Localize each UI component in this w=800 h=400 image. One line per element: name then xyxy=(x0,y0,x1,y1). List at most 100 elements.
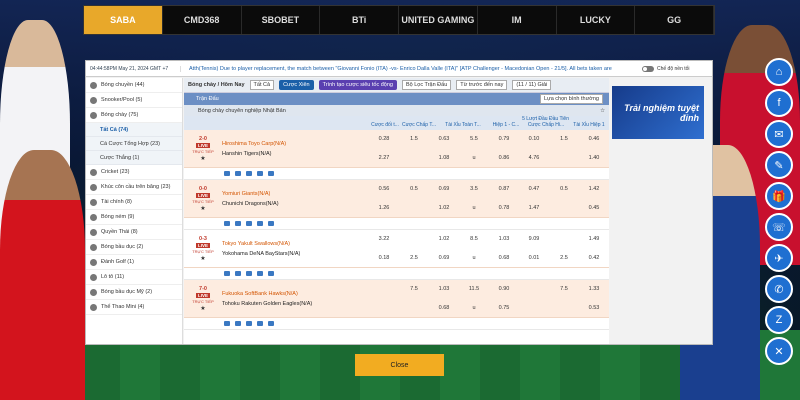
logo-cmd368[interactable]: CMD368 xyxy=(163,6,242,34)
live-stream-icon[interactable] xyxy=(268,271,274,276)
odds-cell[interactable]: 7.5 xyxy=(399,286,429,292)
sidebar-item-rugby[interactable]: Bóng bầu dục (2) xyxy=(86,240,182,255)
odds-cell[interactable]: 0.69 xyxy=(429,186,459,192)
odds-cell[interactable]: u xyxy=(459,305,489,311)
match-row[interactable]: 2-0 LIVE TRỰC TIẾP ★ Hiroshima Toyo Carp… xyxy=(184,130,609,168)
odds-cell[interactable]: 2.5 xyxy=(399,255,429,261)
odds-cell[interactable]: 2.5 xyxy=(549,255,579,261)
dark-mode-toggle[interactable]: Chế độ nền tối xyxy=(642,65,712,72)
odds-cell[interactable]: 0.45 xyxy=(579,205,609,211)
odds-cell[interactable]: 0.87 xyxy=(489,186,519,192)
chat-icon[interactable]: ✉ xyxy=(765,120,793,148)
bet-builder-button[interactable]: Trình tạo cược siêu tốc động xyxy=(318,80,397,90)
league-row[interactable]: Bóng chày chuyên nghiệp Nhật Bản ☆ xyxy=(184,105,609,116)
odds-cell[interactable]: 1.42 xyxy=(579,186,609,192)
odds-cell[interactable]: 1.33 xyxy=(579,286,609,292)
sort-select[interactable]: Từ trước đến nay xyxy=(456,80,508,90)
star-icon[interactable]: ★ xyxy=(200,205,205,212)
odds-cell[interactable]: u xyxy=(459,205,489,211)
sidebar-item-lotto[interactable]: Lô tô (11) xyxy=(86,270,182,285)
odds-cell[interactable]: 1.02 xyxy=(429,236,459,242)
logo-gg[interactable]: GG xyxy=(635,6,714,34)
sidebar-item-handball[interactable]: Bóng ném (9) xyxy=(86,210,182,225)
filter-all-select[interactable]: Tất Cả xyxy=(249,80,275,90)
odds-cell[interactable]: 11.5 xyxy=(459,286,489,292)
odds-cell[interactable]: 4.76 xyxy=(519,155,549,161)
toggle-switch[interactable] xyxy=(642,65,654,72)
close-icon[interactable]: ✕ xyxy=(765,337,793,365)
odds-cell[interactable]: 1.08 xyxy=(429,155,459,161)
odds-cell[interactable]: 1.03 xyxy=(429,286,459,292)
match-row[interactable]: 0-3 LIVE TRỰC TIẾP ★ Tokyo Yakult Swallo… xyxy=(184,230,609,268)
star-icon[interactable]: ★ xyxy=(200,305,205,312)
odds-cell[interactable]: 1.26 xyxy=(369,205,399,211)
star-icon[interactable]: ★ xyxy=(200,255,205,262)
tv-icon[interactable] xyxy=(235,271,241,276)
sidebar-item-muaythai[interactable]: Quyền Thái (8) xyxy=(86,225,182,240)
odds-cell[interactable]: 8.5 xyxy=(459,236,489,242)
odds-cell[interactable]: u xyxy=(459,255,489,261)
stats-icon[interactable] xyxy=(224,171,230,176)
telegram-icon[interactable]: ✈ xyxy=(765,244,793,272)
odds-cell[interactable]: 3.5 xyxy=(459,186,489,192)
odds-cell[interactable]: u xyxy=(459,155,489,161)
odds-cell[interactable]: 0.86 xyxy=(489,155,519,161)
register-icon[interactable]: ✎ xyxy=(765,151,793,179)
chart-icon[interactable] xyxy=(246,321,252,326)
sidebar-item-mini-sports[interactable]: Thể Thao Mini (4) xyxy=(86,300,182,315)
odds-type-select[interactable]: Lựa chọn bình thường xyxy=(539,94,603,104)
odds-cell[interactable]: 0.42 xyxy=(579,255,609,261)
sidebar-item-baseball[interactable]: Bóng chày (75) xyxy=(86,108,182,123)
sidebar-item-american-football[interactable]: Bóng bầu dục Mỹ (2) xyxy=(86,285,182,300)
odds-cell[interactable]: 0.63 xyxy=(429,136,459,142)
logo-lucky[interactable]: LUCKY xyxy=(557,6,636,34)
odds-cell[interactable]: 0.47 xyxy=(519,186,549,192)
stats-icon[interactable] xyxy=(224,271,230,276)
odds-cell[interactable]: 7.5 xyxy=(549,286,579,292)
live-stream-icon[interactable] xyxy=(268,221,274,226)
odds-cell[interactable]: 1.49 xyxy=(579,236,609,242)
odds-cell[interactable]: 5.5 xyxy=(459,136,489,142)
odds-cell[interactable]: 0.5 xyxy=(399,186,429,192)
odds-cell[interactable]: 0.90 xyxy=(489,286,519,292)
odds-cell[interactable]: 0.75 xyxy=(489,305,519,311)
match-row[interactable]: 0-0 LIVE TRỰC TIẾP ★ Yomiuri Giants(N/A)… xyxy=(184,180,609,218)
odds-cell[interactable]: 1.5 xyxy=(549,136,579,142)
odds-cell[interactable]: 0.68 xyxy=(489,255,519,261)
phone-icon[interactable]: ☏ xyxy=(765,213,793,241)
logo-im[interactable]: IM xyxy=(478,6,557,34)
parlay-button[interactable]: Cược Xiên xyxy=(279,80,314,90)
info-icon[interactable] xyxy=(257,171,263,176)
chart-icon[interactable] xyxy=(246,221,252,226)
odds-cell[interactable]: 0.5 xyxy=(549,186,579,192)
tv-icon[interactable] xyxy=(235,321,241,326)
odds-cell[interactable]: 2.27 xyxy=(369,155,399,161)
odds-cell[interactable]: 0.78 xyxy=(489,205,519,211)
sidebar-subitem-all[interactable]: Tất Cả (74) xyxy=(86,123,182,137)
logo-saba[interactable]: SABA xyxy=(84,6,163,34)
sidebar-subitem-parlay[interactable]: Cá Cược Tổng Hợp (23) xyxy=(86,137,182,151)
sidebar-item-snooker[interactable]: Snooker/Pool (5) xyxy=(86,93,182,108)
live-stream-icon[interactable] xyxy=(268,321,274,326)
messenger-icon[interactable]: ✆ xyxy=(765,275,793,303)
zalo-icon[interactable]: Z xyxy=(765,306,793,334)
odds-cell[interactable]: 0.28 xyxy=(369,136,399,142)
odds-cell[interactable]: 0.56 xyxy=(369,186,399,192)
odds-cell[interactable]: 1.40 xyxy=(579,155,609,161)
logo-united-gaming[interactable]: UNITED GAMING xyxy=(399,6,478,34)
tv-icon[interactable] xyxy=(235,171,241,176)
odds-cell[interactable]: 0.46 xyxy=(579,136,609,142)
chart-icon[interactable] xyxy=(246,171,252,176)
sidebar-item-finance[interactable]: Tài chính (8) xyxy=(86,195,182,210)
star-icon[interactable]: ★ xyxy=(200,155,205,162)
odds-cell[interactable]: 0.01 xyxy=(519,255,549,261)
ticker-message[interactable]: Atth(Tennis) Due to player replacement, … xyxy=(181,66,642,72)
odds-cell[interactable]: 0.10 xyxy=(519,136,549,142)
odds-cell[interactable]: 9.09 xyxy=(519,236,549,242)
sidebar-item-volleyball[interactable]: Bóng chuyền (44) xyxy=(86,78,182,93)
sidebar-item-hockey[interactable]: Khúc côn cầu trên băng (23) xyxy=(86,180,182,195)
stats-icon[interactable] xyxy=(224,221,230,226)
odds-cell[interactable]: 0.79 xyxy=(489,136,519,142)
sidebar-item-cricket[interactable]: Cricket (23) xyxy=(86,165,182,180)
match-row[interactable]: 7-0 LIVE TRỰC TIẾP ★ Fukuoka SoftBank Ha… xyxy=(184,280,609,318)
